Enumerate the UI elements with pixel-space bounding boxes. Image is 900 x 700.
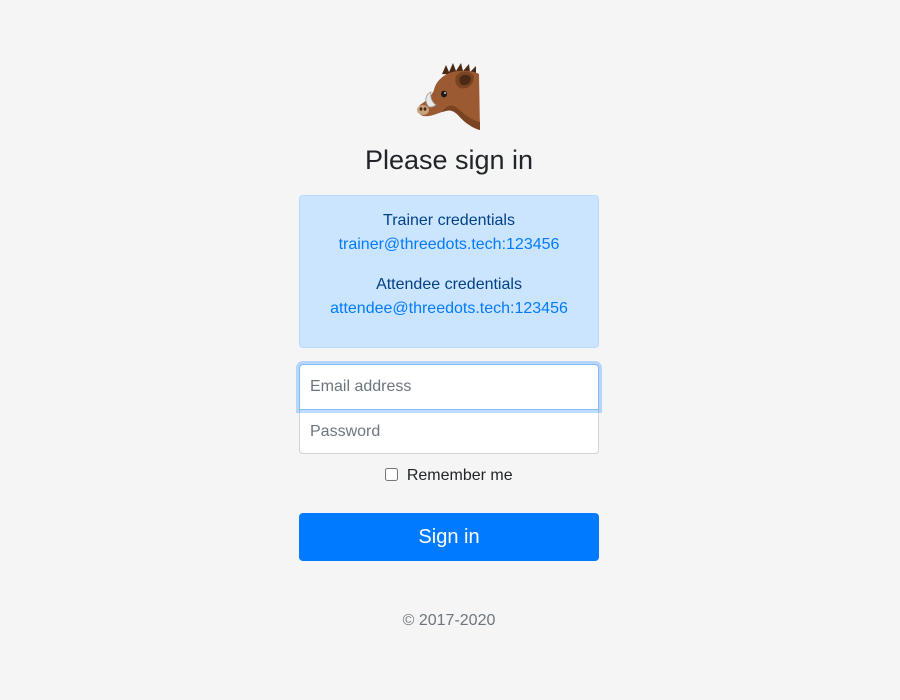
email-field[interactable] xyxy=(299,364,599,410)
attendee-credentials-heading: Attendee credentials xyxy=(376,276,522,293)
sign-in-button[interactable]: Sign in xyxy=(299,513,599,561)
remember-me-checkbox[interactable] xyxy=(385,468,399,481)
remember-me: Remember me xyxy=(299,466,599,486)
sign-in-page: Please sign in Trainer credentials train… xyxy=(0,0,900,700)
page-title: Please sign in xyxy=(364,145,534,175)
attendee-credentials-link[interactable]: attendee@threedots.tech:123456 xyxy=(300,297,598,321)
trainer-credentials-heading: Trainer credentials xyxy=(383,212,515,229)
sign-in-form: Please sign in Trainer credentials train… xyxy=(299,62,599,631)
copyright-footer: © 2017-2020 xyxy=(402,612,496,629)
credentials-alert: Trainer credentials trainer@threedots.te… xyxy=(299,195,599,348)
boar-icon xyxy=(417,63,480,130)
remember-me-label: Remember me xyxy=(406,467,513,484)
credentials-spacer xyxy=(300,257,598,273)
credential-inputs xyxy=(299,364,599,454)
password-field[interactable] xyxy=(299,409,599,454)
trainer-credentials-link[interactable]: trainer@threedots.tech:123456 xyxy=(300,233,598,257)
